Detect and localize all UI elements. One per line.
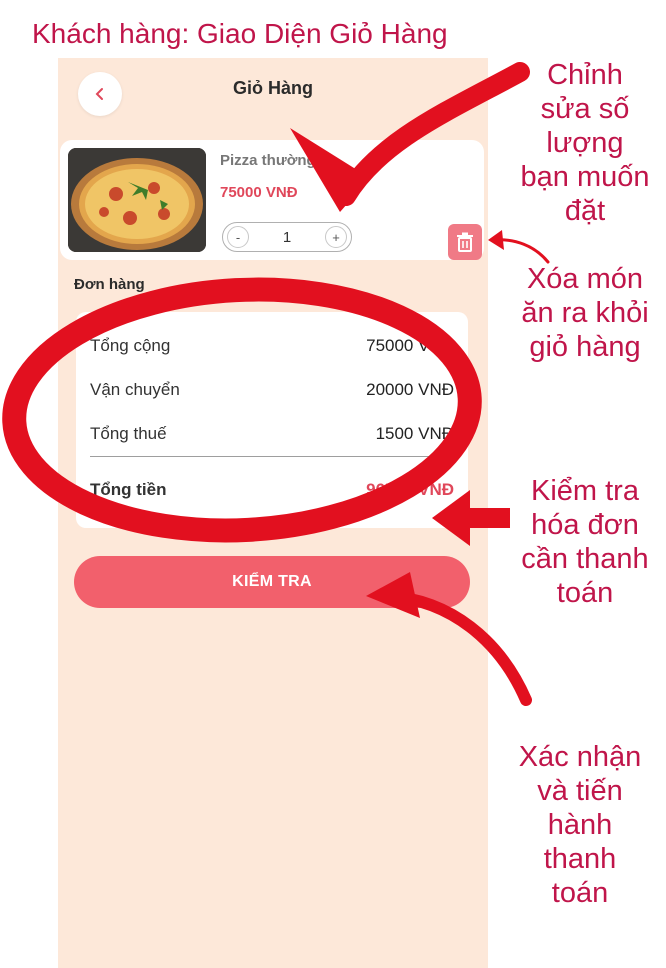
delete-arrowhead <box>488 230 504 250</box>
confirm-arrowhead <box>366 572 420 618</box>
summary-highlight-circle <box>2 277 482 543</box>
invoice-arrowhead <box>432 490 470 546</box>
annotation-delete-item: Xóa món ăn ra khỏi giỏ hàng <box>521 263 649 363</box>
invoice-arrow-shaft <box>466 508 510 528</box>
annotation-edit-quantity: Chỉnh sửa số lượng bạn muốn đặt <box>520 59 650 227</box>
annotation-check-invoice: Kiểm tra hóa đơn cần thanh toán <box>521 475 649 609</box>
quantity-arrow <box>336 62 530 206</box>
annotation-confirm-payment: Xác nhận và tiến hành thanh toán <box>518 741 642 909</box>
